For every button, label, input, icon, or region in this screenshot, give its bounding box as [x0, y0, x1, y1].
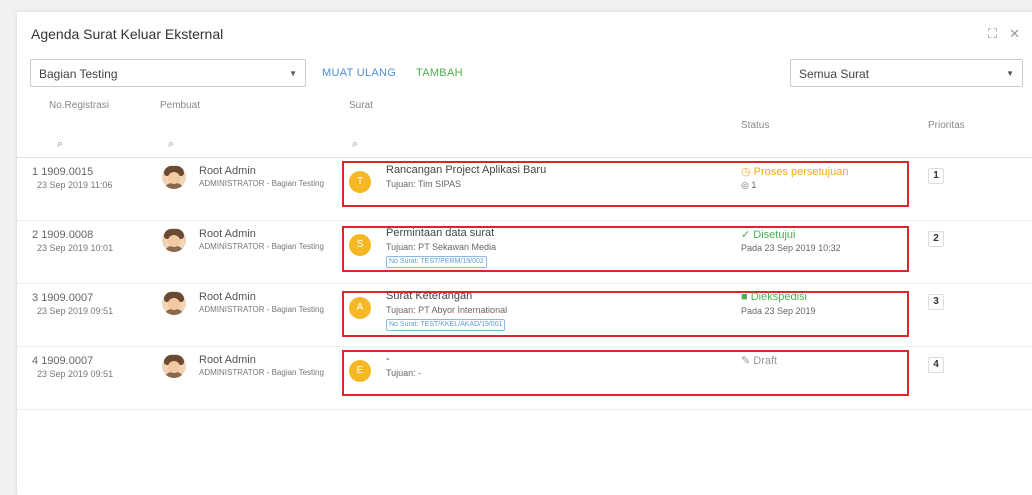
pencil-icon: ✎ [741, 355, 751, 367]
registration-number: 1909.0007 [41, 355, 94, 367]
agenda-panel: Agenda Surat Keluar Eksternal ⛶ ✕ Bagian… [17, 12, 1032, 495]
letter-badge: T [349, 171, 371, 193]
status-label: ✎ Draft [741, 354, 777, 367]
status-sub-text: Pada 23 Sep 2019 10:32 [741, 243, 841, 253]
status-sub: Pada 23 Sep 2019 [741, 306, 816, 316]
surat-subject[interactable]: - [386, 353, 390, 365]
close-icon[interactable]: ✕ [1009, 26, 1020, 42]
highlight-box [342, 350, 909, 396]
column-header-status[interactable]: Status [741, 120, 769, 131]
surat-number-tag: No Surat: TEST/PERM/19/002 [386, 256, 487, 268]
status-text: Proses persetujuan [753, 166, 849, 178]
status-sub-text: Pada 23 Sep 2019 [741, 306, 816, 316]
status-sub-text: 1 [751, 180, 757, 190]
search-icon[interactable]: ⌕ [168, 138, 174, 151]
registration-number: 1909.0007 [41, 292, 94, 304]
panel-title: Agenda Surat Keluar Eksternal [31, 26, 224, 42]
letter-badge: E [349, 360, 371, 382]
priority-badge: 3 [928, 294, 944, 310]
table-row[interactable]: 3 1909.0007 23 Sep 2019 09:51 Root Admin AD… [17, 284, 1032, 347]
creator-name: Root Admin [199, 291, 256, 303]
row-number: 4 1909.0007 [32, 355, 93, 367]
bagian-select-value: Bagian Testing [39, 67, 118, 81]
status-label: ✓ Disetujui [741, 228, 795, 241]
surat-subject[interactable]: Surat Keterangan [386, 290, 472, 302]
status-text: Disetujui [753, 229, 796, 241]
avatar [162, 165, 186, 189]
table-row[interactable]: 2 1909.0008 23 Sep 2019 10:01 Root Admin AD… [17, 221, 1032, 284]
column-header-pembuat[interactable]: Pembuat [160, 100, 200, 111]
priority-badge: 1 [928, 168, 944, 184]
bagian-select[interactable]: Bagian Testing ▼ [30, 59, 306, 87]
surat-tujuan: Tujuan: PT Sekawan Media [386, 242, 497, 252]
status-sub: Pada 23 Sep 2019 10:32 [741, 243, 841, 253]
check-icon: ✓ [741, 229, 751, 241]
avatar [162, 228, 186, 252]
priority-badge: 4 [928, 357, 944, 373]
registration-number: 1909.0008 [41, 229, 94, 241]
chevron-down-icon: ▼ [1006, 69, 1014, 78]
letter-badge: S [349, 234, 371, 256]
row-number: 2 1909.0008 [32, 229, 93, 241]
search-icon[interactable]: ⌕ [57, 138, 63, 151]
status-text: Draft [753, 355, 778, 367]
row-date: 23 Sep 2019 10:01 [37, 243, 114, 253]
surat-subject[interactable]: Permintaan data surat [386, 227, 494, 239]
row-index: 3 [32, 292, 39, 304]
row-number: 3 1909.0007 [32, 292, 93, 304]
status-label: ■ Diekspedisi [741, 291, 807, 303]
status-text: Diekspedisi [750, 291, 807, 303]
creator-role: ADMINISTRATOR - Bagian Testing [199, 305, 324, 314]
surat-number-tag: No Surat: TEST/KKEL/AKAD/19/001 [386, 319, 506, 331]
clock-icon: ◷ [741, 166, 751, 178]
row-index: 1 [32, 166, 39, 178]
creator-name: Root Admin [199, 165, 256, 177]
surat-tujuan: Tujuan: Tim SIPAS [386, 179, 462, 189]
surat-tujuan: Tujuan: PT Abyor International [386, 305, 508, 315]
expand-icon[interactable]: ⛶ [988, 26, 997, 42]
creator-role: ADMINISTRATOR - Bagian Testing [199, 179, 324, 188]
package-icon: ■ [741, 291, 748, 303]
row-index: 2 [32, 229, 39, 241]
reload-button[interactable]: MUAT ULANG [322, 67, 396, 79]
row-date: 23 Sep 2019 09:51 [37, 306, 114, 316]
status-label: ◷ Proses persetujuan [741, 165, 848, 178]
window-controls: ⛶ ✕ [988, 26, 1020, 42]
search-icon[interactable]: ⌕ [352, 138, 358, 151]
creator-name: Root Admin [199, 354, 256, 366]
row-index: 4 [32, 355, 39, 367]
column-header-prioritas[interactable]: Prioritas [928, 120, 965, 131]
creator-name: Root Admin [199, 228, 256, 240]
letter-badge: A [349, 297, 371, 319]
user-count-icon: ◎ [741, 180, 749, 190]
row-date: 23 Sep 2019 09:51 [37, 369, 114, 379]
registration-number: 1909.0015 [41, 166, 94, 178]
creator-role: ADMINISTRATOR - Bagian Testing [199, 368, 324, 377]
surat-subject[interactable]: Rancangan Project Aplikasi Baru [386, 164, 546, 176]
filter-select-value: Semua Surat [799, 67, 870, 81]
column-header-no-registrasi[interactable]: No.Registrasi [49, 100, 109, 111]
avatar [162, 354, 186, 378]
filter-select[interactable]: Semua Surat ▼ [790, 59, 1023, 87]
row-date: 23 Sep 2019 11:06 [37, 180, 113, 190]
add-button[interactable]: TAMBAH [416, 67, 463, 79]
table-row[interactable]: 1 1909.0015 23 Sep 2019 11:06 Root Admin AD… [17, 158, 1032, 221]
surat-tujuan: Tujuan: - [386, 368, 422, 378]
chevron-down-icon: ▼ [289, 69, 297, 78]
table-row[interactable]: 4 1909.0007 23 Sep 2019 09:51 Root Admin AD… [17, 347, 1032, 410]
avatar [162, 291, 186, 315]
creator-role: ADMINISTRATOR - Bagian Testing [199, 242, 324, 251]
priority-badge: 2 [928, 231, 944, 247]
column-header-surat[interactable]: Surat [349, 100, 373, 111]
row-number: 1 1909.0015 [32, 166, 93, 178]
status-sub: ◎ 1 [741, 180, 756, 191]
